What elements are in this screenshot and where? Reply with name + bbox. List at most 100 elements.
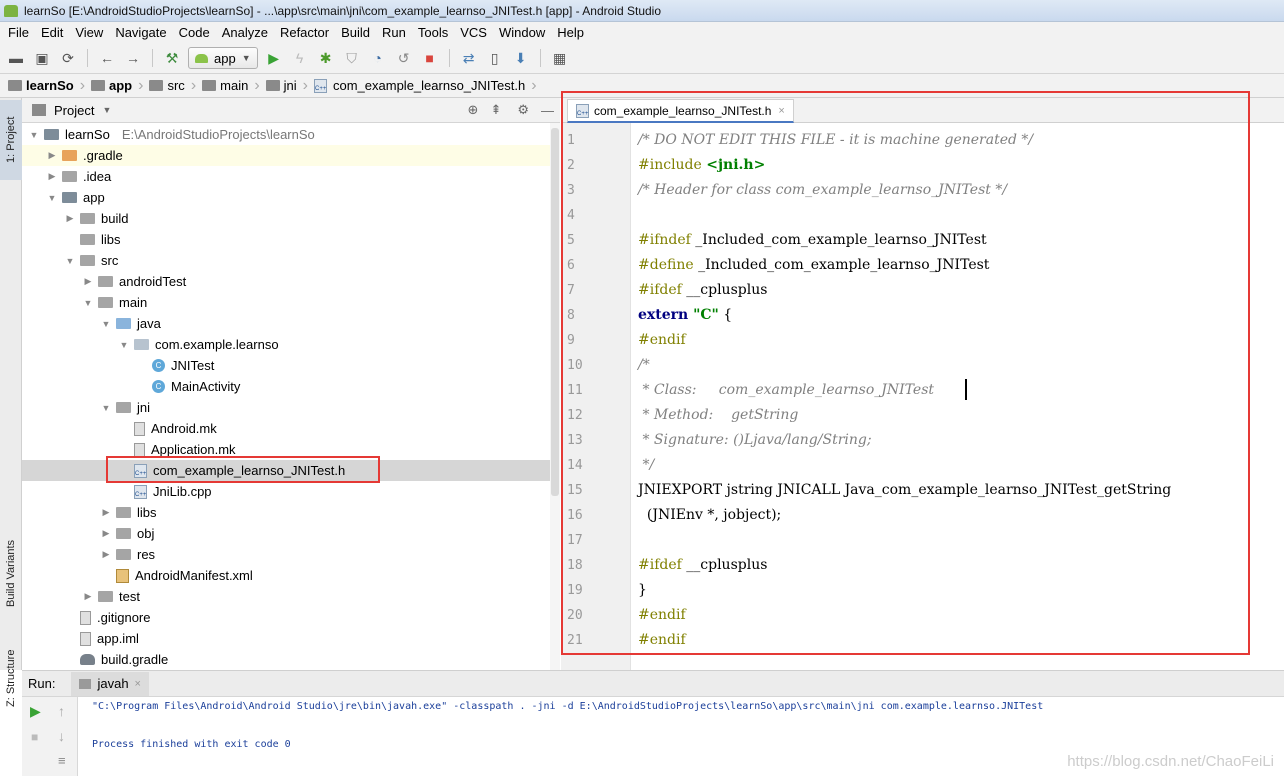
scroll-up-icon[interactable]: ↑ <box>58 703 65 719</box>
save-all-icon[interactable]: ▣ <box>32 48 52 68</box>
menu-navigate[interactable]: Navigate <box>109 25 172 40</box>
forward-icon[interactable]: → <box>123 48 143 68</box>
folder-icon <box>98 276 113 287</box>
tree-item[interactable]: libs <box>22 229 560 250</box>
tree-item[interactable]: ▶ .idea <box>22 166 560 187</box>
collapse-arrow-icon[interactable]: ▶ <box>82 591 94 602</box>
expand-arrow-icon[interactable]: ▼ <box>82 298 94 308</box>
hide-panel-icon[interactable]: — <box>541 103 554 118</box>
attach-debugger-icon[interactable]: ⛉ <box>342 48 362 68</box>
collapse-arrow-icon[interactable]: ▶ <box>100 549 112 560</box>
expand-arrow-icon[interactable]: ▼ <box>118 340 130 350</box>
menu-help[interactable]: Help <box>551 25 590 40</box>
breadcrumb-learnso[interactable]: learnSo › <box>8 74 91 98</box>
expand-arrow-icon[interactable]: ▼ <box>46 193 58 203</box>
tree-item[interactable]: ▼ com.example.learnso <box>22 334 560 355</box>
run-icon[interactable]: ▶ <box>264 48 284 68</box>
menu-code[interactable]: Code <box>173 25 216 40</box>
tree-item[interactable]: .gitignore <box>22 607 560 628</box>
collapse-arrow-icon[interactable]: ▶ <box>82 276 94 287</box>
rerun-icon[interactable]: ▶ <box>30 703 41 720</box>
tree-item[interactable]: ▶ test <box>22 586 560 607</box>
structure-tool-tab[interactable]: Z: Structure <box>0 643 22 713</box>
folder-icon <box>149 80 164 91</box>
debug-icon[interactable]: ✱ <box>316 48 336 68</box>
expand-arrow-icon[interactable]: ▼ <box>28 130 40 140</box>
collapse-arrow-icon[interactable]: ▶ <box>46 171 58 182</box>
menu-refactor[interactable]: Refactor <box>274 25 335 40</box>
chevron-down-icon[interactable]: ▼ <box>102 105 111 115</box>
java-class-icon: C <box>152 380 165 393</box>
make-project-icon[interactable]: ⚒ <box>162 48 182 68</box>
tree-item[interactable]: ▶ build <box>22 208 560 229</box>
tree-item-label: Android.mk <box>151 421 217 436</box>
project-view-select[interactable]: Project <box>54 103 94 118</box>
tree-item[interactable]: C JNITest <box>22 355 560 376</box>
folder-icon <box>265 80 280 91</box>
project-tool-tab[interactable]: 1: Project <box>0 100 22 180</box>
breadcrumb-file[interactable]: C++ com_example_learnso_JNITest.h › <box>314 74 543 98</box>
collapse-arrow-icon[interactable]: ▶ <box>46 150 58 161</box>
collapse-arrow-icon[interactable]: ▶ <box>100 507 112 518</box>
menu-build[interactable]: Build <box>335 25 376 40</box>
breadcrumb-main[interactable]: main › <box>202 74 266 98</box>
tree-item[interactable]: ▶ androidTest <box>22 271 560 292</box>
avd-manager-icon[interactable]: ▯ <box>485 48 505 68</box>
open-folder-icon[interactable]: ▬ <box>6 48 26 68</box>
menu-window[interactable]: Window <box>493 25 551 40</box>
menu-view[interactable]: View <box>69 25 109 40</box>
tree-item[interactable]: C++ JniLib.cpp <box>22 481 560 502</box>
tree-item[interactable]: Android.mk <box>22 418 560 439</box>
expand-arrow-icon[interactable]: ▼ <box>100 403 112 413</box>
tree-item[interactable]: ▼ main <box>22 292 560 313</box>
tree-item[interactable]: ▼ jni <box>22 397 560 418</box>
menu-edit[interactable]: Edit <box>35 25 69 40</box>
locate-file-icon[interactable]: ⊕ <box>468 102 479 118</box>
project-tree-scroll-thumb[interactable] <box>551 128 559 496</box>
menu-analyze[interactable]: Analyze <box>216 25 274 40</box>
menu-file[interactable]: File <box>2 25 35 40</box>
tree-item[interactable]: build.gradle <box>22 649 560 670</box>
tree-item[interactable]: ▶ res <box>22 544 560 565</box>
tree-item[interactable]: ▶ libs <box>22 502 560 523</box>
collapse-all-icon[interactable]: ⇞ <box>490 102 501 118</box>
tree-item[interactable]: C MainActivity <box>22 376 560 397</box>
project-structure-icon[interactable]: ▦ <box>550 48 570 68</box>
close-icon[interactable]: × <box>135 678 141 690</box>
tree-item[interactable]: AndroidManifest.xml <box>22 565 560 586</box>
soft-wrap-icon[interactable]: ≡ <box>58 753 66 768</box>
settings-gear-icon[interactable]: ⚙ <box>517 102 529 118</box>
tree-item[interactable]: ▼ java <box>22 313 560 334</box>
tree-item[interactable]: ▼ learnSo E:\AndroidStudioProjects\learnSo <box>22 124 560 145</box>
run-config-select[interactable]: app ▼ <box>188 47 258 69</box>
expand-arrow-icon[interactable]: ▼ <box>64 256 76 266</box>
tree-item[interactable]: ▶ obj <box>22 523 560 544</box>
profile-icon[interactable]: ◔ <box>368 48 388 68</box>
sdk-manager-icon[interactable]: ⬇ <box>511 48 531 68</box>
expand-arrow-icon[interactable]: ▼ <box>100 319 112 329</box>
gradle-sync-icon[interactable]: ⇄ <box>459 48 479 68</box>
run-tab-javah[interactable]: javah × <box>71 671 149 696</box>
collapse-arrow-icon[interactable]: ▶ <box>64 213 76 224</box>
build-variants-tool-tab[interactable]: Build Variants <box>0 528 22 618</box>
sync-icon[interactable]: ⟳ <box>58 48 78 68</box>
run-with-coverage-icon[interactable]: ↺ <box>394 48 414 68</box>
tree-item-label: .gradle <box>83 148 123 163</box>
project-panel-header: Project ▼ ⊕ ⇞ ⚙ — <box>22 98 560 123</box>
apply-changes-icon[interactable]: ϟ <box>290 48 310 68</box>
scroll-down-icon[interactable]: ↓ <box>58 728 65 744</box>
tree-item[interactable]: app.iml <box>22 628 560 649</box>
menu-tools[interactable]: Tools <box>412 25 454 40</box>
menu-run[interactable]: Run <box>376 25 412 40</box>
breadcrumb-jni[interactable]: jni › <box>265 74 314 98</box>
tree-item[interactable]: ▼ app <box>22 187 560 208</box>
menu-vcs[interactable]: VCS <box>454 25 493 40</box>
breadcrumb-src[interactable]: src › <box>149 74 202 98</box>
tree-item[interactable]: ▼ src <box>22 250 560 271</box>
collapse-arrow-icon[interactable]: ▶ <box>100 528 112 539</box>
stop-run-icon[interactable]: ■ <box>31 730 38 744</box>
back-icon[interactable]: ← <box>97 48 117 68</box>
tree-item[interactable]: ▶ .gradle <box>22 145 560 166</box>
stop-icon[interactable]: ■ <box>420 48 440 68</box>
breadcrumb-app[interactable]: app › <box>91 74 149 98</box>
